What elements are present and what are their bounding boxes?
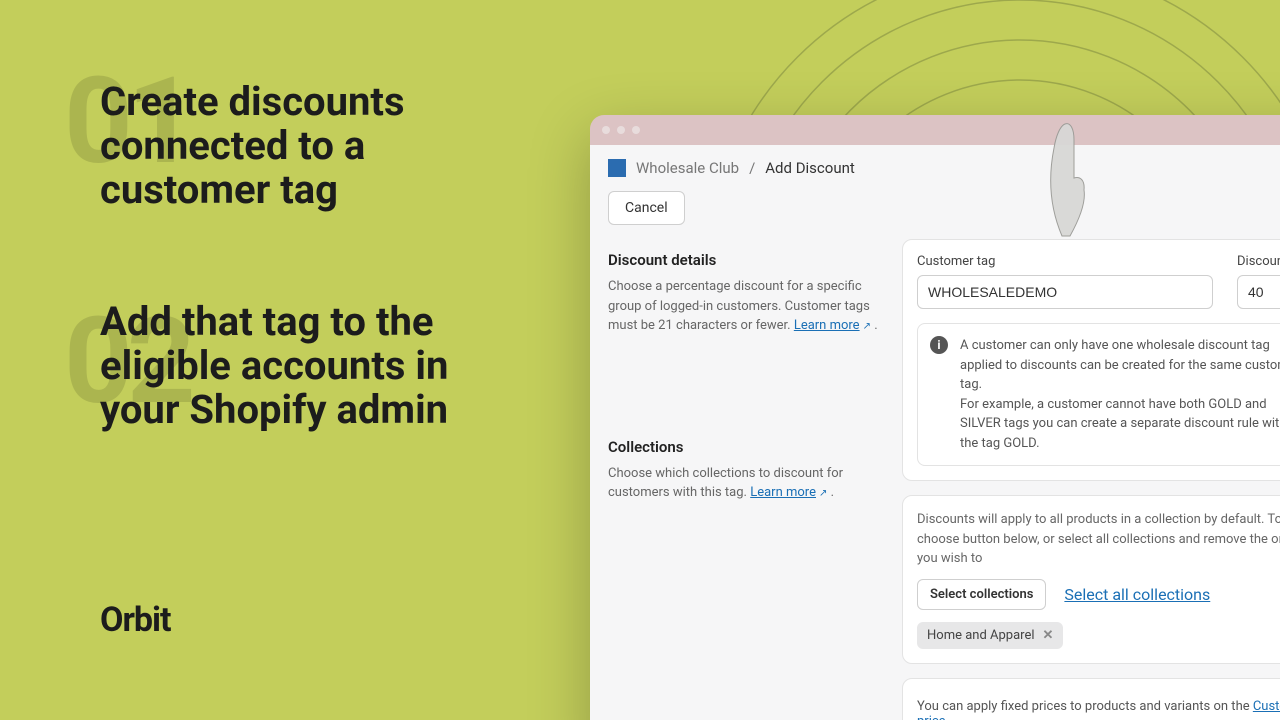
collections-learn-more-link[interactable]: Learn more	[750, 485, 816, 500]
discount-details-title: Discount details	[608, 251, 878, 269]
customer-tag-label: Customer tag	[917, 254, 1213, 269]
discount-pct-label: Discount %	[1237, 254, 1280, 269]
breadcrumb: Wholesale Club / Add Discount	[590, 145, 1280, 191]
info-icon: i	[930, 336, 948, 354]
chip-remove-icon[interactable]: ✕	[1043, 628, 1054, 643]
select-collections-button[interactable]: Select collections	[917, 579, 1046, 610]
cancel-button[interactable]: Cancel	[608, 191, 685, 225]
discount-learn-more-link[interactable]: Learn more	[794, 318, 860, 333]
discount-card: Customer tag Discount % i A customer can…	[902, 239, 1280, 481]
traffic-light-max[interactable]	[632, 126, 640, 134]
discount-pct-input[interactable]	[1237, 275, 1280, 309]
select-all-collections-link[interactable]: Select all collections	[1064, 585, 1210, 604]
breadcrumb-sep: /	[749, 159, 755, 177]
collections-card: Discounts will apply to all products in …	[902, 495, 1280, 664]
collections-title: Collections	[608, 438, 878, 456]
external-icon: ↗	[863, 321, 871, 332]
breadcrumb-page: Add Discount	[765, 159, 855, 177]
external-icon: ↗	[819, 488, 827, 499]
breadcrumb-app[interactable]: Wholesale Club	[636, 159, 739, 177]
custom-price-card: You can apply fixed prices to products a…	[902, 678, 1280, 720]
collection-chip: Home and Apparel ✕	[917, 622, 1063, 649]
collection-chip-label: Home and Apparel	[927, 628, 1035, 643]
collections-right-text: Discounts will apply to all products in …	[917, 510, 1280, 569]
customer-tag-input[interactable]	[917, 275, 1213, 309]
app-icon	[608, 159, 626, 177]
brand-logo-text: Orbit	[100, 600, 171, 640]
heading-step-1: Create discounts connected to a customer…	[100, 80, 500, 212]
app-window: Wholesale Club / Add Discount Cancel Dis…	[590, 115, 1280, 720]
window-titlebar	[590, 115, 1280, 145]
traffic-light-close[interactable]	[602, 126, 610, 134]
traffic-light-min[interactable]	[617, 126, 625, 134]
custom-price-text: You can apply fixed prices to products a…	[917, 699, 1253, 714]
info-text: A customer can only have one wholesale d…	[960, 336, 1280, 453]
discount-details-text: Choose a percentage discount for a speci…	[608, 277, 878, 336]
collections-text: Choose which collections to discount for…	[608, 464, 878, 503]
info-callout: i A customer can only have one wholesale…	[917, 323, 1280, 466]
custom-price-note: You can apply fixed prices to products a…	[917, 699, 1280, 720]
heading-step-2: Add that tag to the eligible accounts in…	[100, 300, 500, 432]
